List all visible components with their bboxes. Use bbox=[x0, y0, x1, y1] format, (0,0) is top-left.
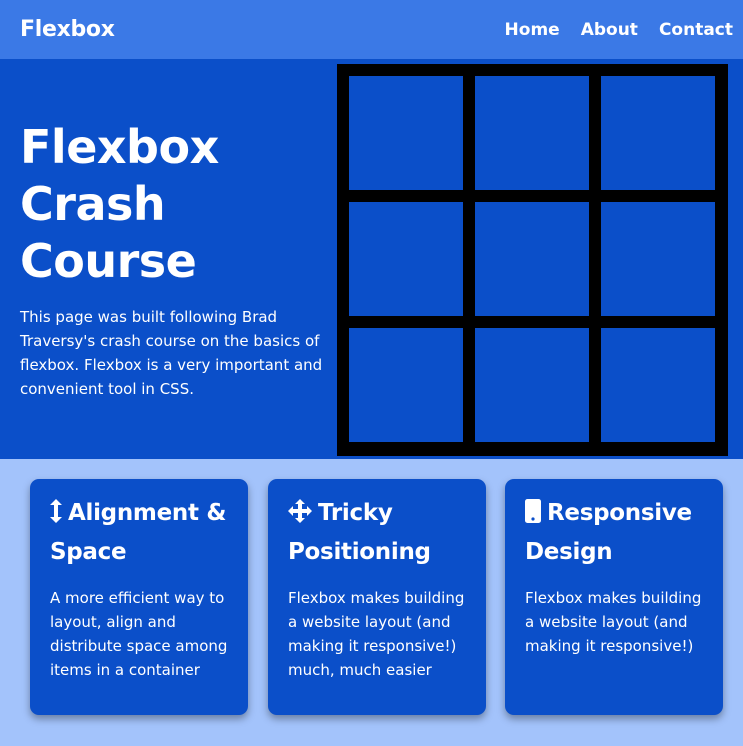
card-text: Flexbox makes building a website layout … bbox=[525, 589, 702, 655]
card-text: A more efficient way to layout, align an… bbox=[50, 589, 228, 679]
grid-cell bbox=[601, 202, 715, 316]
feature-cards: Alignment & Space A more efficient way t… bbox=[0, 459, 743, 746]
card-title: Responsive Design bbox=[525, 495, 703, 570]
grid-cell bbox=[349, 76, 463, 190]
card-title-text: Alignment & Space bbox=[50, 500, 227, 565]
grid-cell bbox=[349, 202, 463, 316]
grid-cell bbox=[475, 328, 589, 442]
move-arrows-icon bbox=[288, 498, 312, 534]
flex-grid-illustration bbox=[337, 64, 728, 456]
nav-link-contact[interactable]: Contact bbox=[659, 20, 733, 40]
brand-logo[interactable]: Flexbox bbox=[20, 17, 115, 42]
vertical-arrows-icon bbox=[50, 498, 62, 534]
grid-cell bbox=[601, 76, 715, 190]
grid-cell bbox=[475, 76, 589, 190]
grid-cell bbox=[349, 328, 463, 442]
card-responsive-design: Responsive Design Flexbox makes building… bbox=[505, 479, 723, 715]
grid-cell bbox=[601, 328, 715, 442]
card-title: Alignment & Space bbox=[50, 495, 228, 570]
nav-link-home[interactable]: Home bbox=[505, 20, 560, 40]
card-title-text: Responsive Design bbox=[525, 500, 692, 565]
nav-links: Home About Contact bbox=[505, 20, 733, 40]
navbar: Flexbox Home About Contact bbox=[0, 0, 743, 59]
card-tricky-positioning: Tricky Positioning Flexbox makes buildin… bbox=[268, 479, 486, 715]
grid-cell bbox=[475, 202, 589, 316]
card-text: Flexbox makes building a website layout … bbox=[288, 589, 465, 679]
card-title: Tricky Positioning bbox=[288, 495, 466, 570]
nav-link-about[interactable]: About bbox=[581, 20, 638, 40]
card-alignment-space: Alignment & Space A more efficient way t… bbox=[30, 479, 248, 715]
hero-section: Flexbox Crash Course This page was built… bbox=[0, 59, 743, 459]
hero-title: Flexbox Crash Course bbox=[20, 120, 219, 288]
hero-description: This page was built following Brad Trave… bbox=[20, 308, 323, 398]
mobile-phone-icon bbox=[525, 498, 541, 534]
